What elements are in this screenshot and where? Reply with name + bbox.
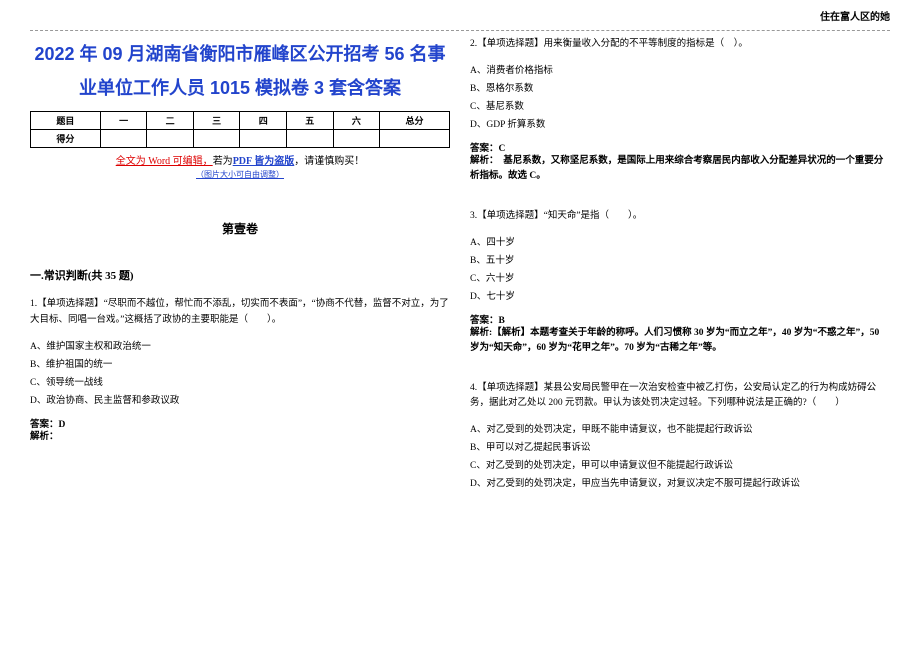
q3-opt-a: A、四十岁 bbox=[470, 234, 890, 252]
th-cell: 四 bbox=[240, 112, 287, 130]
right-column: 2.【单项选择题】用来衡量收入分配的不平等制度的指标是（ ）。 A、消费者价格指… bbox=[470, 37, 890, 519]
td-cell bbox=[193, 130, 240, 148]
th-cell: 三 bbox=[193, 112, 240, 130]
q2-stem: 2.【单项选择题】用来衡量收入分配的不平等制度的指标是（ ）。 bbox=[470, 37, 890, 52]
notice-prefix: 全文为 Word 可编辑， bbox=[116, 156, 213, 167]
q3-stem: 3.【单项选择题】“知天命”是指（ ）。 bbox=[470, 209, 890, 224]
table-row: 得分 bbox=[31, 130, 450, 148]
score-table: 题目 一 二 三 四 五 六 总分 得分 bbox=[30, 111, 450, 148]
q1-opt-b: B、维护祖国的统一 bbox=[30, 356, 450, 374]
th-cell: 五 bbox=[287, 112, 334, 130]
q4-options: A、对乙受到的处罚决定，甲既不能申请复议，也不能提起行政诉讼 B、甲可以对乙提起… bbox=[470, 421, 890, 493]
volume-heading: 第壹卷 bbox=[30, 220, 450, 237]
notice-mid: 若为 bbox=[213, 156, 233, 167]
q1-opt-a: A、维护国家主权和政治统一 bbox=[30, 338, 450, 356]
th-cell: 题目 bbox=[31, 112, 101, 130]
q4-opt-c: C、对乙受到的处罚决定，甲可以申请复议但不能提起行政诉讼 bbox=[470, 457, 890, 475]
td-cell bbox=[287, 130, 334, 148]
q1-stem: 1.【单项选择题】“尽职而不越位，帮忙而不添乱，切实而不表面”，“协商不代替，监… bbox=[30, 297, 450, 327]
q1-opt-d: D、政治协商、民主监督和参政议政 bbox=[30, 392, 450, 410]
th-cell: 二 bbox=[147, 112, 194, 130]
left-column: 2022 年 09 月湖南省衡阳市雁峰区公开招考 56 名事业单位工作人员 10… bbox=[30, 37, 450, 519]
q3-opt-d: D、七十岁 bbox=[470, 288, 890, 306]
q4-opt-b: B、甲可以对乙提起民事诉讼 bbox=[470, 439, 890, 457]
q4-opt-d: D、对乙受到的处罚决定，甲应当先申请复议，对复议决定不服可提起行政诉讼 bbox=[470, 475, 890, 493]
th-cell: 六 bbox=[333, 112, 380, 130]
q4-opt-a: A、对乙受到的处罚决定，甲既不能申请复议，也不能提起行政诉讼 bbox=[470, 421, 890, 439]
image-resize-note[interactable]: （图片大小可自由调整） bbox=[30, 169, 450, 180]
question-1: 1.【单项选择题】“尽职而不越位，帮忙而不添乱，切实而不表面”，“协商不代替，监… bbox=[30, 297, 450, 444]
td-cell bbox=[380, 130, 450, 148]
top-divider bbox=[30, 30, 890, 31]
q2-opt-a: A、消费者价格指标 bbox=[470, 62, 890, 80]
table-row: 题目 一 二 三 四 五 六 总分 bbox=[31, 112, 450, 130]
q3-answer: 答案：B bbox=[470, 312, 890, 326]
two-column-layout: 2022 年 09 月湖南省衡阳市雁峰区公开招考 56 名事业单位工作人员 10… bbox=[30, 37, 890, 519]
td-cell: 得分 bbox=[31, 130, 101, 148]
q1-opt-c: C、领导统一战线 bbox=[30, 374, 450, 392]
notice-suffix: ，请谨慎购买！ bbox=[294, 156, 364, 167]
q3-explain: 解析:【解析】本题考查关于年龄的称呼。人们习惯称 30 岁为“而立之年”，40 … bbox=[470, 326, 890, 355]
td-cell bbox=[333, 130, 380, 148]
q2-opt-d: D、GDP 折算系数 bbox=[470, 116, 890, 134]
header-note: 住在富人区的她 bbox=[820, 8, 890, 23]
q1-options: A、维护国家主权和政治统一 B、维护祖国的统一 C、领导统一战线 D、政治协商、… bbox=[30, 338, 450, 410]
purchase-notice: 全文为 Word 可编辑，若为PDF 皆为盗版，请谨慎购买！ bbox=[30, 152, 450, 167]
q1-explain: 解析： bbox=[30, 430, 450, 444]
q2-opt-c: C、基尼系数 bbox=[470, 98, 890, 116]
td-cell bbox=[240, 130, 287, 148]
q3-opt-c: C、六十岁 bbox=[470, 270, 890, 288]
doc-title: 2022 年 09 月湖南省衡阳市雁峰区公开招考 56 名事业单位工作人员 10… bbox=[30, 37, 450, 105]
th-cell: 一 bbox=[100, 112, 147, 130]
question-3: 3.【单项选择题】“知天命”是指（ ）。 A、四十岁 B、五十岁 C、六十岁 D… bbox=[470, 209, 890, 355]
td-cell bbox=[100, 130, 147, 148]
q4-stem: 4.【单项选择题】某县公安局民警甲在一次治安检查中被乙打伤，公安局认定乙的行为构… bbox=[470, 381, 890, 411]
q2-options: A、消费者价格指标 B、恩格尔系数 C、基尼系数 D、GDP 折算系数 bbox=[470, 62, 890, 134]
q2-answer: 答案：C bbox=[470, 140, 890, 154]
q3-opt-b: B、五十岁 bbox=[470, 252, 890, 270]
td-cell bbox=[147, 130, 194, 148]
th-cell: 总分 bbox=[380, 112, 450, 130]
question-2: 2.【单项选择题】用来衡量收入分配的不平等制度的指标是（ ）。 A、消费者价格指… bbox=[470, 37, 890, 183]
question-4: 4.【单项选择题】某县公安局民警甲在一次治安检查中被乙打伤，公安局认定乙的行为构… bbox=[470, 381, 890, 494]
section-heading: 一.常识判断(共 35 题) bbox=[30, 267, 450, 283]
notice-link[interactable]: PDF 皆为盗版 bbox=[233, 156, 295, 167]
q3-options: A、四十岁 B、五十岁 C、六十岁 D、七十岁 bbox=[470, 234, 890, 306]
q1-answer: 答案：D bbox=[30, 416, 450, 430]
q2-explain: 解析： 基尼系数，又称坚尼系数，是国际上用来综合考察居民内部收入分配差异状况的一… bbox=[470, 154, 890, 183]
q2-opt-b: B、恩格尔系数 bbox=[470, 80, 890, 98]
